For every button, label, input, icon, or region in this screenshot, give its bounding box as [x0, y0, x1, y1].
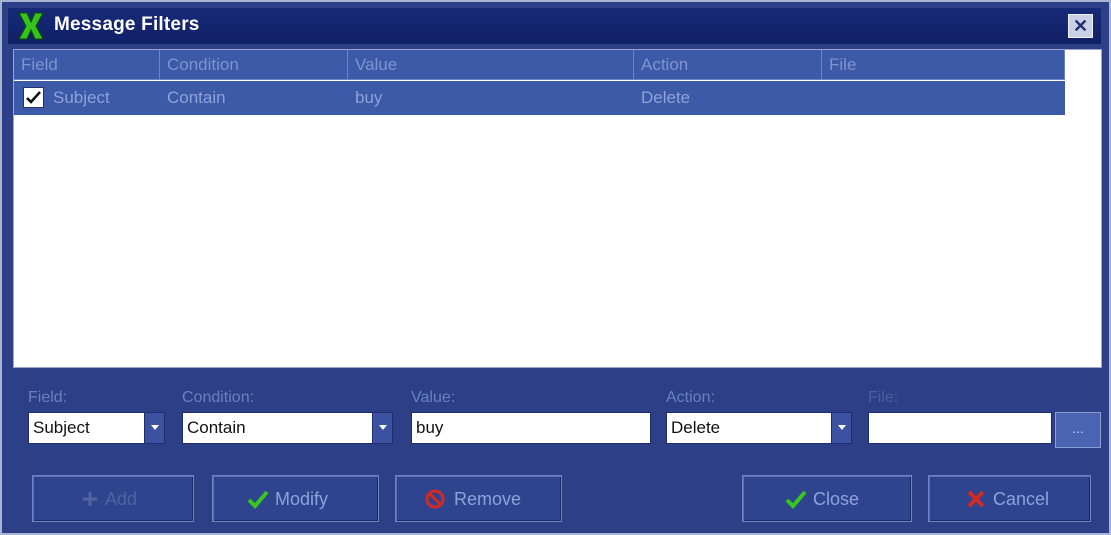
- app-x-icon: [18, 12, 44, 40]
- cell-action: Delete: [641, 88, 691, 107]
- message-filters-window: Message Filters ✕ Field Condition Value …: [0, 0, 1111, 535]
- column-header-condition[interactable]: Condition: [160, 50, 348, 80]
- modify-button[interactable]: Modify: [212, 475, 379, 522]
- close-button[interactable]: Close: [742, 475, 912, 522]
- column-header-file[interactable]: File: [822, 50, 1065, 80]
- column-header-field[interactable]: Field: [14, 50, 160, 80]
- cancel-button-label: Cancel: [993, 489, 1050, 509]
- cell-field: Subject: [53, 88, 110, 107]
- action-label: Action:: [666, 389, 715, 406]
- condition-select[interactable]: Contain: [182, 412, 393, 444]
- field-label: Field:: [28, 389, 68, 406]
- chevron-down-icon[interactable]: [144, 413, 164, 443]
- add-button[interactable]: Add: [32, 475, 194, 522]
- browse-file-button[interactable]: ...: [1055, 412, 1101, 448]
- value-input[interactable]: buy: [411, 412, 651, 444]
- condition-label: Condition:: [182, 389, 255, 406]
- table-row[interactable]: Subject Contain buy Delete: [14, 81, 1065, 115]
- cell-value: buy: [355, 88, 383, 107]
- row-enabled-checkbox[interactable]: [23, 87, 44, 108]
- close-window-button[interactable]: ✕: [1068, 14, 1093, 38]
- field-select[interactable]: Subject: [28, 412, 165, 444]
- title-bar[interactable]: Message Filters ✕: [8, 8, 1101, 44]
- modify-button-label: Modify: [275, 489, 329, 509]
- action-select-value: Delete: [671, 418, 721, 437]
- condition-select-value: Contain: [187, 418, 246, 437]
- file-input[interactable]: [868, 412, 1052, 444]
- cell-condition: Contain: [167, 88, 226, 107]
- column-header-action[interactable]: Action: [634, 50, 822, 80]
- add-button-label: Add: [105, 489, 138, 509]
- cancel-button[interactable]: Cancel: [928, 475, 1091, 522]
- filters-list[interactable]: Field Condition Value Action File Subjec…: [13, 49, 1102, 368]
- red-x-icon: [967, 490, 985, 508]
- action-select[interactable]: Delete: [666, 412, 852, 444]
- plus-icon: [83, 492, 97, 506]
- checkmark-icon: [785, 490, 807, 509]
- chevron-down-icon[interactable]: [831, 413, 851, 443]
- field-select-value: Subject: [33, 418, 90, 437]
- remove-button-label: Remove: [454, 489, 522, 509]
- value-label: Value:: [411, 389, 456, 406]
- no-sign-icon: [425, 489, 445, 509]
- checkmark-icon: [26, 91, 41, 104]
- column-header-value[interactable]: Value: [348, 50, 634, 80]
- cell-file: [822, 81, 1065, 115]
- checkmark-icon: [247, 490, 269, 509]
- chevron-down-icon[interactable]: [372, 413, 392, 443]
- window-title: Message Filters: [54, 14, 200, 35]
- file-label: File:: [868, 389, 899, 406]
- remove-button[interactable]: Remove: [395, 475, 562, 522]
- value-input-text: buy: [416, 418, 444, 437]
- close-button-label: Close: [813, 489, 860, 509]
- list-header: Field Condition Value Action File: [14, 50, 1065, 80]
